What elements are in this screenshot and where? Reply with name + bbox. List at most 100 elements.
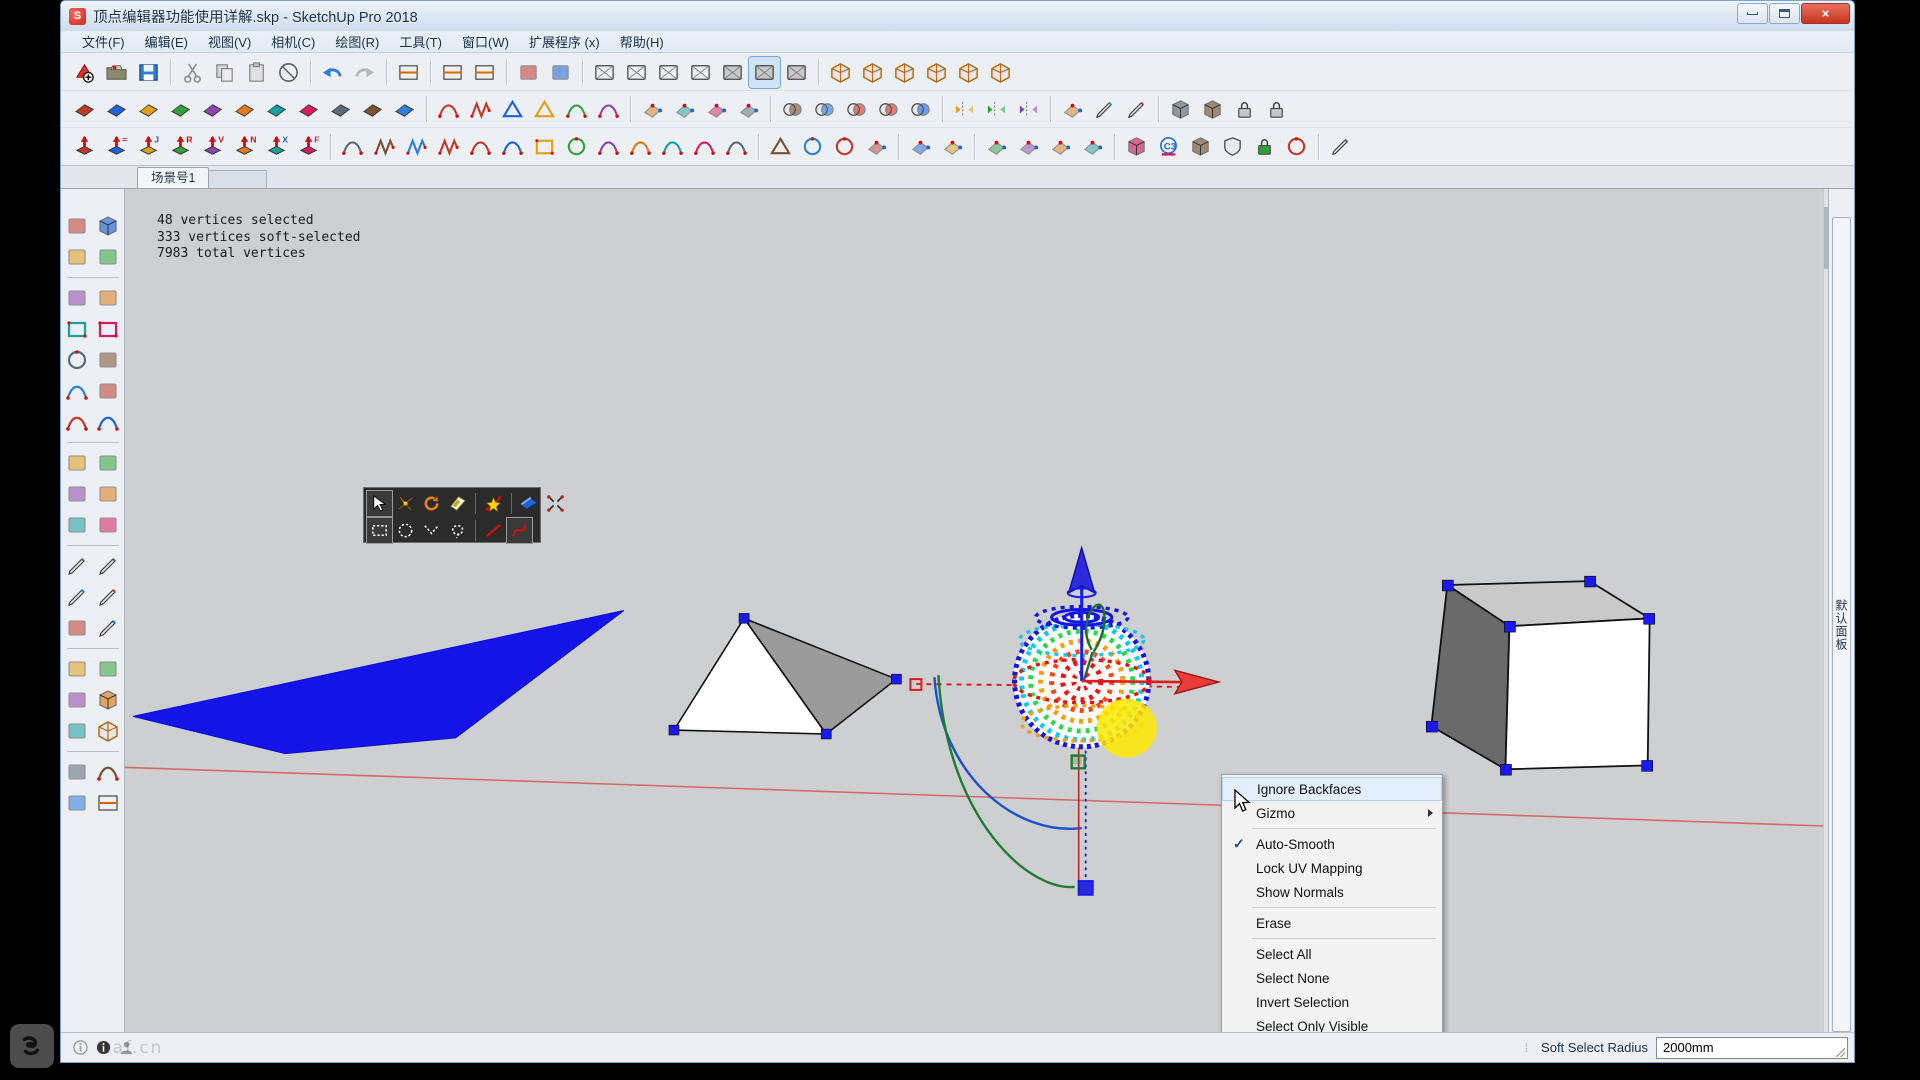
measure-tape-button[interactable] xyxy=(1089,94,1120,125)
linear-falloff-icon[interactable] xyxy=(481,518,506,543)
loft-button[interactable] xyxy=(669,94,700,125)
solid-trim-button[interactable] xyxy=(873,94,904,125)
zoom-extents-tool[interactable] xyxy=(62,716,92,746)
jpp-target-button[interactable] xyxy=(69,131,100,162)
circle-select-icon[interactable] xyxy=(393,518,418,543)
undo-button[interactable] xyxy=(317,57,348,88)
vnode-button[interactable] xyxy=(401,131,432,162)
right-view-button[interactable] xyxy=(921,57,952,88)
backedges-button[interactable] xyxy=(621,57,652,88)
new-button[interactable] xyxy=(69,57,100,88)
title-bar[interactable]: S 顶点编辑器功能使用详解.skp - SketchUp Pro 2018 × xyxy=(61,1,1854,31)
leaf-button[interactable] xyxy=(861,131,892,162)
cshape-button[interactable] xyxy=(721,131,752,162)
entity-info-button[interactable] xyxy=(545,57,576,88)
circle-blue-button[interactable] xyxy=(561,131,592,162)
cut-button[interactable] xyxy=(177,57,208,88)
axes-tool[interactable] xyxy=(62,613,92,643)
square-blue-button[interactable] xyxy=(529,131,560,162)
plugin-blue-button[interactable] xyxy=(101,94,132,125)
look-around-tool[interactable] xyxy=(93,757,123,787)
close-button[interactable]: × xyxy=(1801,3,1850,24)
plugin-green-button[interactable] xyxy=(165,94,196,125)
scene-tab-empty[interactable] xyxy=(209,170,268,188)
two-point-arc-tool[interactable] xyxy=(62,407,92,437)
weld-button[interactable] xyxy=(733,94,764,125)
context-menu-item-select-all[interactable]: Select All xyxy=(1222,942,1442,966)
rectangle-tool[interactable] xyxy=(62,314,92,344)
plugin-redsquare-button[interactable] xyxy=(293,94,324,125)
plugin-wire-button[interactable] xyxy=(229,94,260,125)
scene-tab-active[interactable]: 场景号1 xyxy=(137,167,210,188)
array-button[interactable] xyxy=(981,94,1012,125)
marquee-select-icon[interactable] xyxy=(366,517,393,544)
pen-blue-button[interactable] xyxy=(1325,131,1356,162)
three-point-arc-tool[interactable] xyxy=(93,407,123,437)
texture-icon[interactable] xyxy=(445,491,470,516)
fillet-button[interactable] xyxy=(561,94,592,125)
rotated-rectangle-tool[interactable] xyxy=(93,314,123,344)
ellipse-red-button[interactable] xyxy=(829,131,860,162)
lollipop-button[interactable] xyxy=(797,131,828,162)
orbit-tool[interactable] xyxy=(62,654,92,684)
purple-box-button[interactable] xyxy=(1185,131,1216,162)
move-tool[interactable] xyxy=(62,448,92,478)
lock-green-button[interactable] xyxy=(1249,131,1280,162)
panel-button[interactable] xyxy=(1121,131,1152,162)
select-arrow-icon[interactable] xyxy=(366,490,393,517)
context-menu-item-erase[interactable]: Erase xyxy=(1222,911,1442,935)
save-button[interactable] xyxy=(133,57,164,88)
solid-union-button[interactable] xyxy=(777,94,808,125)
resize-grip-icon[interactable] xyxy=(1836,1047,1845,1057)
solid-intersect-button[interactable] xyxy=(841,94,872,125)
pan-tool[interactable] xyxy=(93,654,123,684)
group-button[interactable] xyxy=(1197,94,1228,125)
jpp-f-button[interactable]: F xyxy=(293,131,324,162)
plugin-flag-button[interactable] xyxy=(357,94,388,125)
polyline-button[interactable] xyxy=(465,94,496,125)
vcb-grip-handle[interactable]: ⁞ xyxy=(1525,1041,1528,1055)
plane-blue-icon[interactable] xyxy=(517,491,542,516)
round-button[interactable] xyxy=(593,94,624,125)
vertex-tools-context-menu[interactable]: Ignore Backfaces Gizmo ✓ Auto-Smooth Lock UV… xyxy=(1221,774,1443,1032)
sphere-color-button[interactable] xyxy=(1281,131,1312,162)
zigzag-button[interactable] xyxy=(369,131,400,162)
plugin-red-button[interactable] xyxy=(197,94,228,125)
jpp-equal-button[interactable]: = xyxy=(101,131,132,162)
previous-view-tool[interactable] xyxy=(93,716,123,746)
smooth-falloff-icon[interactable] xyxy=(506,517,533,544)
protractor-tool[interactable] xyxy=(62,582,92,612)
shaded-texture-button[interactable] xyxy=(748,55,781,89)
top-view-button[interactable] xyxy=(857,57,888,88)
pushpull-tool[interactable] xyxy=(93,448,123,478)
menu-draw[interactable]: 绘图(R) xyxy=(326,30,388,53)
followme-tool[interactable] xyxy=(93,479,123,509)
c3-button[interactable]: C3 xyxy=(1153,131,1184,162)
make-component-tool[interactable] xyxy=(93,211,123,241)
pie-tool[interactable] xyxy=(93,376,123,406)
skin-button[interactable] xyxy=(701,94,732,125)
jpp-r-button[interactable]: R xyxy=(165,131,196,162)
solid-subtract-button[interactable] xyxy=(809,94,840,125)
pentagon-button[interactable] xyxy=(529,94,560,125)
context-menu-item-auto-smooth[interactable]: ✓ Auto-Smooth xyxy=(1222,832,1442,856)
front-view-button[interactable] xyxy=(889,57,920,88)
unlock-button[interactable] xyxy=(1261,94,1292,125)
rotate-orange-icon[interactable] xyxy=(419,491,444,516)
display-section-planes-button[interactable] xyxy=(437,57,468,88)
menu-tools[interactable]: 工具(T) xyxy=(390,30,451,53)
zoom-tool[interactable] xyxy=(62,685,92,715)
modeling-viewport[interactable]: 48 vertices selected 333 vertices soft-s… xyxy=(125,189,1828,1032)
default-panel-tab[interactable]: 默认面板 xyxy=(1832,217,1851,1032)
section-plane-button[interactable] xyxy=(393,57,424,88)
scale-array-button[interactable] xyxy=(1013,94,1044,125)
lasso-select-icon[interactable] xyxy=(445,518,470,543)
soft-select-radius-input[interactable] xyxy=(1656,1036,1848,1059)
redo-button[interactable] xyxy=(349,57,380,88)
info-circle-icon[interactable] xyxy=(73,1040,88,1055)
left-view-button[interactable] xyxy=(985,57,1016,88)
bezier-button[interactable] xyxy=(433,94,464,125)
arc-tool[interactable] xyxy=(62,376,92,406)
freehand-tool[interactable] xyxy=(93,283,123,313)
restore-button[interactable] xyxy=(1769,3,1800,24)
